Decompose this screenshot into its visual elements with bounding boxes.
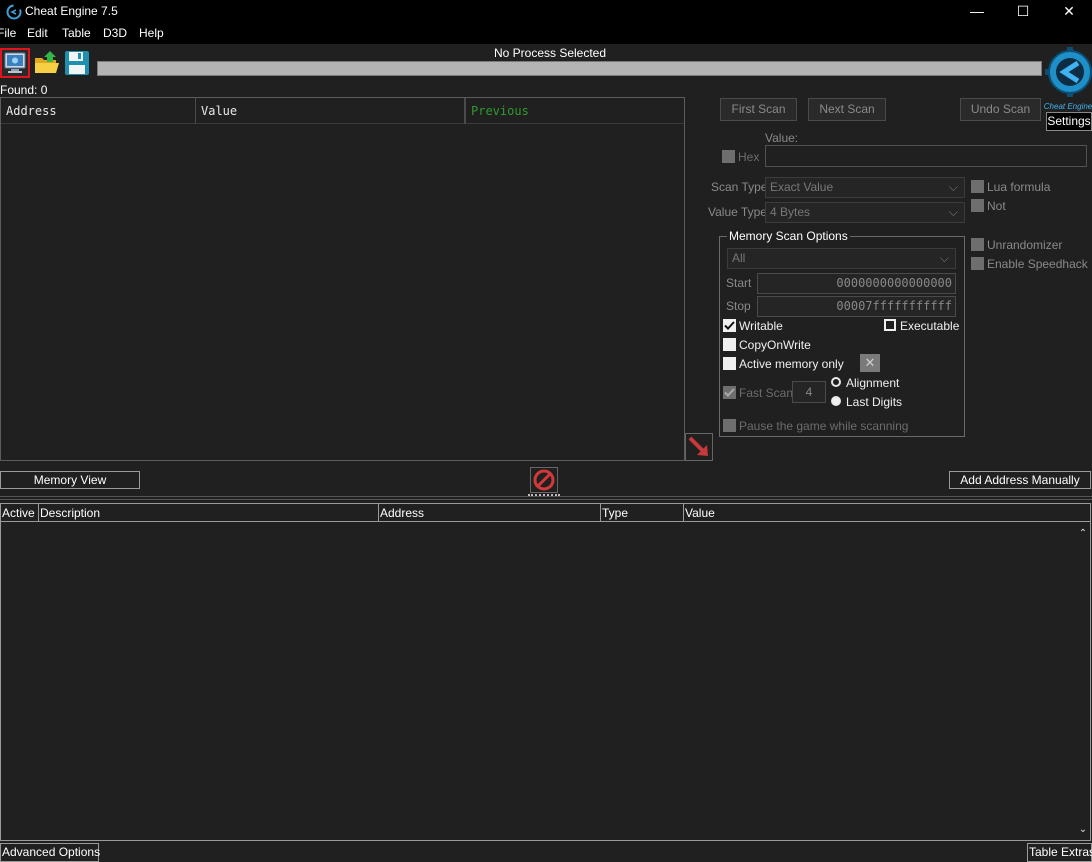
pause-game-checkbox[interactable] xyxy=(723,419,736,432)
minimize-icon[interactable]: — xyxy=(954,0,1000,24)
pause-game-label: Pause the game while scanning xyxy=(739,419,909,433)
open-folder-icon xyxy=(35,51,59,73)
alignment-label: Alignment xyxy=(846,376,900,390)
unrandomizer-label: Unrandomizer xyxy=(987,238,1063,252)
splitter-grip[interactable] xyxy=(528,494,560,496)
fast-scan-label: Fast Scan xyxy=(739,386,794,400)
checkmark-icon xyxy=(724,388,735,397)
column-header-type[interactable]: Type xyxy=(601,504,684,522)
value-type-value: 4 Bytes xyxy=(770,205,811,219)
memory-view-button[interactable]: Memory View xyxy=(0,471,140,489)
checkmark-icon xyxy=(724,321,735,330)
close-icon[interactable]: ✕ xyxy=(1046,0,1092,24)
scan-type-label: Scan Type xyxy=(711,180,768,194)
column-header-previous[interactable]: Previous xyxy=(465,98,683,124)
scan-value-input[interactable] xyxy=(765,145,1087,167)
not-label: Not xyxy=(987,199,1006,213)
table-extras-button[interactable]: Table Extras xyxy=(1027,843,1092,862)
memory-region-value: All xyxy=(732,251,746,265)
column-header-description[interactable]: Description xyxy=(39,504,379,522)
cheat-engine-app-icon xyxy=(6,4,22,20)
value-type-select[interactable]: 4 Bytes ⌵ xyxy=(765,202,965,223)
save-button[interactable] xyxy=(62,48,92,78)
open-process-button[interactable] xyxy=(0,48,30,78)
active-memory-only-checkbox[interactable] xyxy=(723,357,736,370)
copyonwrite-checkbox[interactable] xyxy=(723,338,736,351)
found-count-label: Found: 0 xyxy=(0,83,48,97)
scroll-down-icon[interactable]: ⌄ xyxy=(1077,824,1089,836)
panel-splitter[interactable] xyxy=(0,496,1092,500)
chevron-down-icon: ⌵ xyxy=(948,205,958,219)
clear-list-button[interactable] xyxy=(530,467,558,493)
hex-label: Hex xyxy=(738,150,760,164)
last-digits-label: Last Digits xyxy=(846,395,903,409)
process-label: No Process Selected xyxy=(493,46,607,60)
active-memory-only-label: Active memory only xyxy=(739,357,844,371)
column-header-active[interactable]: Active xyxy=(1,504,39,522)
speedhack-checkbox[interactable] xyxy=(971,257,984,270)
title-bar xyxy=(0,0,1092,24)
column-header-address[interactable]: Address xyxy=(379,504,601,522)
undo-scan-button[interactable]: Undo Scan xyxy=(960,98,1041,121)
chevron-down-icon: ⌵ xyxy=(948,180,958,194)
scan-type-value: Exact Value xyxy=(770,180,834,194)
svg-text:Cheat Engine: Cheat Engine xyxy=(1044,102,1092,111)
value-type-label: Value Type xyxy=(708,205,767,219)
writable-checkbox[interactable] xyxy=(723,319,736,332)
stop-address-input[interactable]: 00007fffffffffff xyxy=(757,296,956,317)
found-results-list[interactable]: Address Value Previous xyxy=(0,97,685,461)
menu-d3d[interactable]: D3D xyxy=(103,26,127,40)
next-scan-button[interactable]: Next Scan xyxy=(808,98,886,121)
value-label: Value: xyxy=(765,131,799,145)
alignment-radio[interactable] xyxy=(831,377,841,387)
start-address-input[interactable]: 0000000000000000 xyxy=(757,273,956,294)
not-checkbox[interactable] xyxy=(971,199,984,212)
column-header-address[interactable]: Address xyxy=(1,98,196,124)
found-list-header: Address Value Previous xyxy=(1,98,684,124)
cheat-engine-logo-icon[interactable]: Cheat Engine xyxy=(1044,46,1092,112)
scan-progress-bar xyxy=(97,61,1042,76)
settings-button[interactable]: Settings xyxy=(1046,112,1092,131)
menu-table[interactable]: Table xyxy=(62,26,91,40)
column-header-value[interactable]: Value xyxy=(684,504,1090,522)
fast-scan-alignment-input[interactable]: 4 xyxy=(792,381,826,403)
cheat-table[interactable]: Active Description Address Type Value ⌃ … xyxy=(0,503,1091,841)
close-icon[interactable]: ✕ xyxy=(860,354,880,372)
stop-label: Stop xyxy=(726,299,751,313)
chevron-down-icon: ⌵ xyxy=(939,251,949,265)
window-title: Cheat Engine 7.5 xyxy=(25,4,118,18)
speedhack-label: Enable Speedhack xyxy=(987,257,1088,271)
lua-formula-label: Lua formula xyxy=(987,180,1051,194)
open-file-button[interactable] xyxy=(32,48,62,78)
scan-type-select[interactable]: Exact Value ⌵ xyxy=(765,177,965,198)
maximize-icon[interactable]: ☐ xyxy=(1000,0,1046,24)
menu-edit[interactable]: Edit xyxy=(27,26,48,40)
last-digits-radio[interactable] xyxy=(831,396,841,406)
unrandomizer-checkbox[interactable] xyxy=(971,238,984,251)
lua-formula-checkbox[interactable] xyxy=(971,180,984,193)
fast-scan-checkbox[interactable] xyxy=(723,386,736,399)
copyonwrite-label: CopyOnWrite xyxy=(739,338,811,352)
memory-region-select[interactable]: All ⌵ xyxy=(727,248,956,269)
advanced-options-button[interactable]: Advanced Options xyxy=(0,843,100,862)
no-entry-icon xyxy=(533,469,555,491)
save-floppy-icon xyxy=(65,51,89,75)
hex-checkbox[interactable] xyxy=(722,150,735,163)
menu-help[interactable]: Help xyxy=(139,26,164,40)
first-scan-button[interactable]: First Scan xyxy=(720,98,797,121)
computer-icon xyxy=(4,52,26,73)
add-address-manually-button[interactable]: Add Address Manually xyxy=(949,471,1091,489)
menu-file[interactable]: File xyxy=(0,26,16,40)
executable-label: Executable xyxy=(900,319,960,333)
writable-label: Writable xyxy=(739,319,783,333)
add-selected-to-table-button[interactable] xyxy=(685,433,713,461)
memory-scan-options-title: Memory Scan Options xyxy=(727,229,850,243)
executable-checkbox[interactable] xyxy=(884,319,896,331)
column-header-value[interactable]: Value xyxy=(196,98,465,124)
arrow-down-right-icon xyxy=(688,436,708,456)
start-label: Start xyxy=(726,276,752,290)
scroll-up-icon[interactable]: ⌃ xyxy=(1077,528,1089,540)
